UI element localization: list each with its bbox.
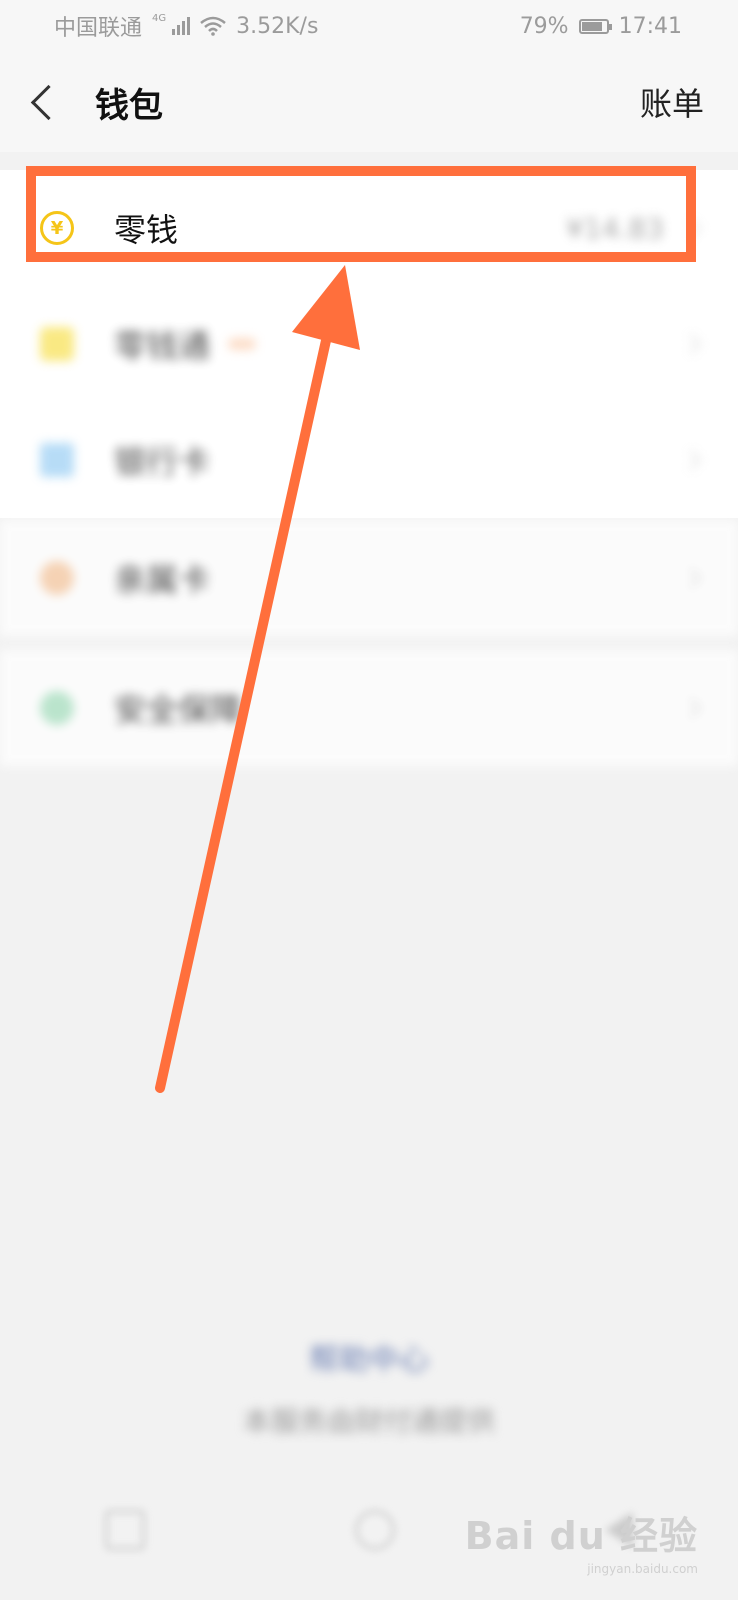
watermark-brand: Bai du 经验 (464, 1514, 698, 1558)
watermark-url: jingyan.baidu.com (587, 1562, 698, 1576)
baidu-watermark: Bai du 经验 jingyan.baidu.com (465, 1505, 698, 1576)
annotation-arrow-icon (155, 265, 360, 1093)
